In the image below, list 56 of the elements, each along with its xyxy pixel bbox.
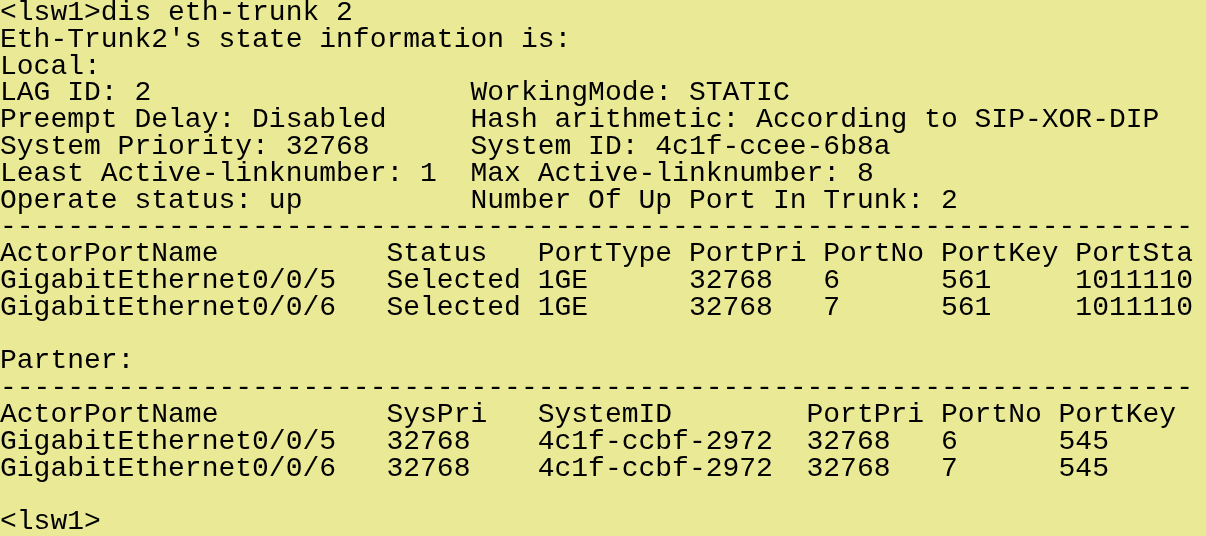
section-label: Local: xyxy=(0,53,101,81)
table-cell: 7 xyxy=(940,455,958,483)
info-field: Hash arithmetic: According to SIP-XOR-DIP xyxy=(470,107,1160,134)
info-field: WorkingMode: STATIC xyxy=(470,80,790,108)
table-cell: 545 xyxy=(1058,455,1109,483)
column-header: SystemID xyxy=(537,401,673,429)
info-field: Least Active-linknumber: 1 xyxy=(0,160,437,188)
table-cell: 1GE xyxy=(537,267,589,295)
info-field: LAG ID: 2 xyxy=(0,80,152,108)
table-cell: GigabitEthernet0/0/6 xyxy=(0,455,337,483)
table-cell: Selected xyxy=(386,294,521,322)
table-cell: Selected xyxy=(386,267,521,295)
table-cell: 32768 xyxy=(688,294,773,322)
column-header: Status xyxy=(386,241,488,268)
table-cell: GigabitEthernet0/0/5 xyxy=(0,267,337,295)
column-header: PortKey xyxy=(1058,401,1177,429)
table-cell: 545 xyxy=(1058,428,1109,456)
column-header: ActorPortName xyxy=(0,241,219,268)
info-field: System Priority: 32768 xyxy=(0,134,370,161)
table-cell: 561 xyxy=(940,294,992,322)
column-header: PortKey xyxy=(940,241,1059,268)
info-field: System ID: 4c1f-ccee-6b8a xyxy=(470,134,891,161)
column-header: PortNo xyxy=(823,241,925,268)
table-cell: 1GE xyxy=(537,294,589,322)
info-field: Max Active-linknumber: 8 xyxy=(470,160,874,188)
table-cell: 4c1f-ccbf-2972 xyxy=(537,428,773,456)
output-heading: Eth-Trunk2's state information is: xyxy=(0,26,572,54)
column-header: PortNo xyxy=(940,401,1042,429)
table-cell: GigabitEthernet0/0/5 xyxy=(0,428,337,456)
column-header: ActorPortName xyxy=(0,401,219,429)
table-cell: 1011110 xyxy=(1075,294,1193,322)
table-cell: 32768 xyxy=(806,428,891,456)
section-label: Partner: xyxy=(0,348,135,376)
table-cell: 32768 xyxy=(386,428,471,456)
table-cell: 4c1f-ccbf-2972 xyxy=(537,455,773,483)
table-cell: GigabitEthernet0/0/6 xyxy=(0,294,337,322)
table-cell: 32768 xyxy=(806,455,891,483)
dash-rule: ----------------------------------------------------------------------- xyxy=(0,214,1193,242)
column-header: PortPri xyxy=(806,401,925,429)
table-cell: 7 xyxy=(823,294,841,322)
table-cell: 561 xyxy=(940,267,992,295)
dash-rule: ----------------------------------------------------------------------- xyxy=(0,375,1193,402)
column-header: PortSta xyxy=(1075,241,1193,268)
column-header: PortType xyxy=(537,241,673,268)
info-field: Number Of Up Port In Trunk: 2 xyxy=(470,187,958,215)
table-cell: 1011110 xyxy=(1075,267,1193,295)
table-cell: 6 xyxy=(940,428,958,456)
command-prompt: <lsw1> xyxy=(0,509,101,536)
info-field: Operate status: up xyxy=(0,187,303,215)
column-header: PortPri xyxy=(688,241,807,268)
command-line: <lsw1>dis eth-trunk 2 xyxy=(0,0,353,27)
table-cell: 32768 xyxy=(386,455,471,483)
column-header: SysPri xyxy=(386,401,488,429)
table-cell: 6 xyxy=(823,267,841,295)
table-cell: 32768 xyxy=(688,267,773,295)
info-field: Preempt Delay: Disabled xyxy=(0,107,387,134)
